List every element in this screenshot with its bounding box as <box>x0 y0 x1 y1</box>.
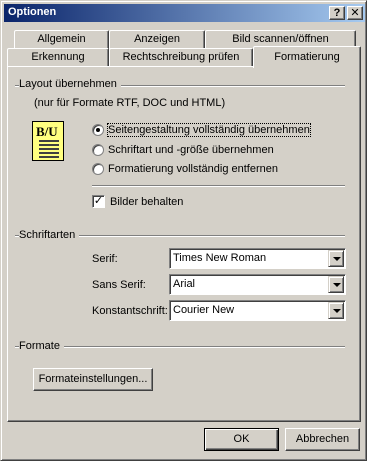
close-button[interactable]: ✕ <box>347 6 363 20</box>
dialog-title: Optionen <box>8 6 57 18</box>
radio-seitengestaltung[interactable] <box>92 124 104 136</box>
tab-anzeigen[interactable]: Anzeigen <box>109 30 205 49</box>
tab-formatierung[interactable]: Formatierung <box>253 46 361 68</box>
sans-serif-font-select[interactable]: Arial <box>169 274 346 295</box>
monospace-dropdown-arrow[interactable] <box>328 302 344 319</box>
radio-seitengestaltung-label[interactable]: Seitengestaltung vollständig übernehmen <box>107 123 311 137</box>
formatting-icon: B/U <box>32 121 64 161</box>
radio-formatierung-entfernen[interactable] <box>92 163 104 175</box>
title-bar[interactable]: Optionen ? ✕ <box>4 4 365 22</box>
cancel-button[interactable]: Abbrechen <box>285 428 360 451</box>
formats-group-divider <box>15 346 345 348</box>
sans-serif-dropdown-arrow[interactable] <box>328 276 344 293</box>
radio-formatierung-entfernen-label[interactable]: Formatierung vollständig entfernen <box>108 163 278 175</box>
icon-line <box>39 156 59 158</box>
tab-allgemein[interactable]: Allgemein <box>14 30 109 49</box>
serif-font-select[interactable]: Times New Roman <box>169 248 346 269</box>
options-dialog: Optionen ? ✕ Allgemein Anzeigen Bild sca… <box>0 0 367 461</box>
bilder-behalten-label[interactable]: Bilder behalten <box>110 196 183 208</box>
bilder-behalten-checkbox[interactable]: ✓ <box>92 195 105 208</box>
icon-line <box>39 140 59 142</box>
format-settings-button[interactable]: Formateinstellungen... <box>33 368 153 391</box>
monospace-font-value: Courier New <box>173 304 235 316</box>
icon-line <box>39 144 59 146</box>
formats-group-label: Formate <box>19 340 64 352</box>
icon-line <box>39 148 59 150</box>
formatting-icon-letters: B/U <box>36 124 58 139</box>
serif-font-value: Times New Roman <box>173 252 267 264</box>
sans-serif-font-value: Arial <box>173 278 196 290</box>
layout-separator <box>92 185 345 187</box>
tab-rechtschreibung[interactable]: Rechtschreibung prüfen <box>109 48 253 67</box>
fonts-group-label: Schriftarten <box>19 229 80 241</box>
serif-dropdown-arrow[interactable] <box>328 250 344 267</box>
sans-serif-label: Sans Serif: <box>92 279 146 291</box>
radio-schriftart-label[interactable]: Schriftart und -größe übernehmen <box>108 144 274 156</box>
icon-line <box>39 152 59 154</box>
radio-schriftart[interactable] <box>92 144 104 156</box>
monospace-label: Konstantschrift: <box>92 305 168 317</box>
help-button[interactable]: ? <box>329 6 345 20</box>
tab-erkennung[interactable]: Erkennung <box>7 48 109 67</box>
layout-group-label: Layout übernehmen <box>19 78 121 90</box>
serif-label: Serif: <box>92 253 118 265</box>
layout-note: (nur für Formate RTF, DOC und HTML) <box>34 97 226 109</box>
monospace-font-select[interactable]: Courier New <box>169 300 346 321</box>
ok-button[interactable]: OK <box>204 428 279 451</box>
